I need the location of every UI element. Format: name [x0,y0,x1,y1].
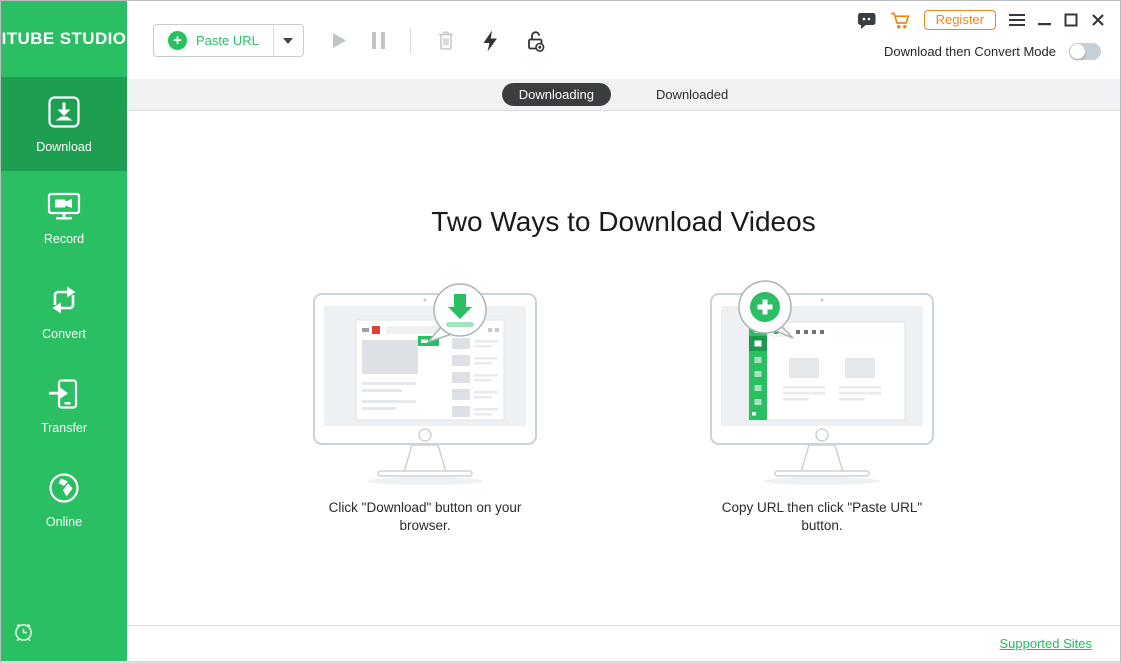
register-button[interactable]: Register [924,10,996,30]
page-title: Two Ways to Download Videos [127,206,1120,238]
feedback-button[interactable] [857,11,877,30]
accelerate-button[interactable] [481,30,499,52]
minimize-icon [1038,13,1051,27]
tab-downloaded[interactable]: Downloaded [639,83,745,106]
window-controls: Register [857,10,1105,30]
close-button[interactable] [1091,13,1105,27]
app-logo: ITUBE STUDIO [1,1,127,77]
tab-downloading[interactable]: Downloading [502,83,611,106]
convert-mode-label: Download then Convert Mode [884,44,1056,59]
private-download-button[interactable] [524,29,547,52]
browser-download-illustration [300,280,550,490]
sidebar-item-record[interactable]: Record [1,171,127,265]
pause-icon [372,32,385,49]
topbar: + Paste URL [127,1,1120,79]
store-button[interactable] [890,11,911,30]
menu-icon [1009,13,1025,27]
minimize-button[interactable] [1038,13,1051,27]
dropdown-caret-icon [283,38,293,44]
toolbar: + Paste URL [153,24,547,57]
tab-bar: Downloading Downloaded [127,79,1120,111]
paste-url-illustration [697,280,947,490]
method-caption: Click "Download" button on your browser. [306,499,544,535]
transfer-icon [47,377,81,411]
lightning-icon [481,30,499,52]
close-icon [1091,13,1105,27]
pause-all-button[interactable] [372,32,385,49]
paste-url-dropdown[interactable] [274,25,303,56]
paste-url-button[interactable]: + Paste URL [154,25,274,56]
sidebar-item-transfer[interactable]: Transfer [1,359,127,453]
sidebar-item-label: Online [46,515,82,529]
sidebar-item-label: Transfer [41,421,87,435]
sidebar-item-label: Download [36,140,92,154]
main-menu-button[interactable] [1009,13,1025,27]
maximize-icon [1064,13,1078,27]
convert-mode-toggle[interactable] [1069,43,1101,60]
sidebar-item-label: Convert [42,327,86,341]
delete-button[interactable] [436,30,456,51]
feedback-icon [857,11,877,30]
toggle-knob [1070,44,1085,59]
sidebar-item-label: Record [44,232,84,246]
sidebar: ITUBE STUDIO Download Record [1,1,127,661]
supported-sites-link[interactable]: Supported Sites [999,636,1092,651]
online-icon [47,471,81,505]
convert-mode-row: Download then Convert Mode [884,43,1101,60]
start-all-button[interactable] [332,32,347,49]
private-download-icon [524,29,547,52]
download-icon [46,94,82,130]
sidebar-item-online[interactable]: Online [1,453,127,547]
cart-icon [890,11,911,30]
paste-url-label: Paste URL [196,33,259,48]
app-window: ITUBE STUDIO Download Record [0,0,1121,664]
scheduler-button[interactable] [12,620,35,648]
method-browser-download: Click "Download" button on your browser. [299,280,551,535]
sidebar-item-convert[interactable]: Convert [1,265,127,359]
method-paste-url: Copy URL then click "Paste URL" button. [696,280,948,535]
sidebar-item-download[interactable]: Download [1,77,127,171]
trash-icon [436,30,456,51]
alarm-clock-icon [12,620,35,643]
main-content: Two Ways to Download Videos [127,112,1120,625]
plus-icon: + [168,31,187,50]
paste-url-split-button: + Paste URL [153,24,304,57]
method-caption: Copy URL then click "Paste URL" button. [703,499,941,535]
record-icon [46,190,82,222]
convert-icon [47,283,81,317]
toolbar-divider [410,28,411,54]
play-icon [332,32,347,49]
maximize-button[interactable] [1064,13,1078,27]
footer: Supported Sites [127,625,1120,661]
